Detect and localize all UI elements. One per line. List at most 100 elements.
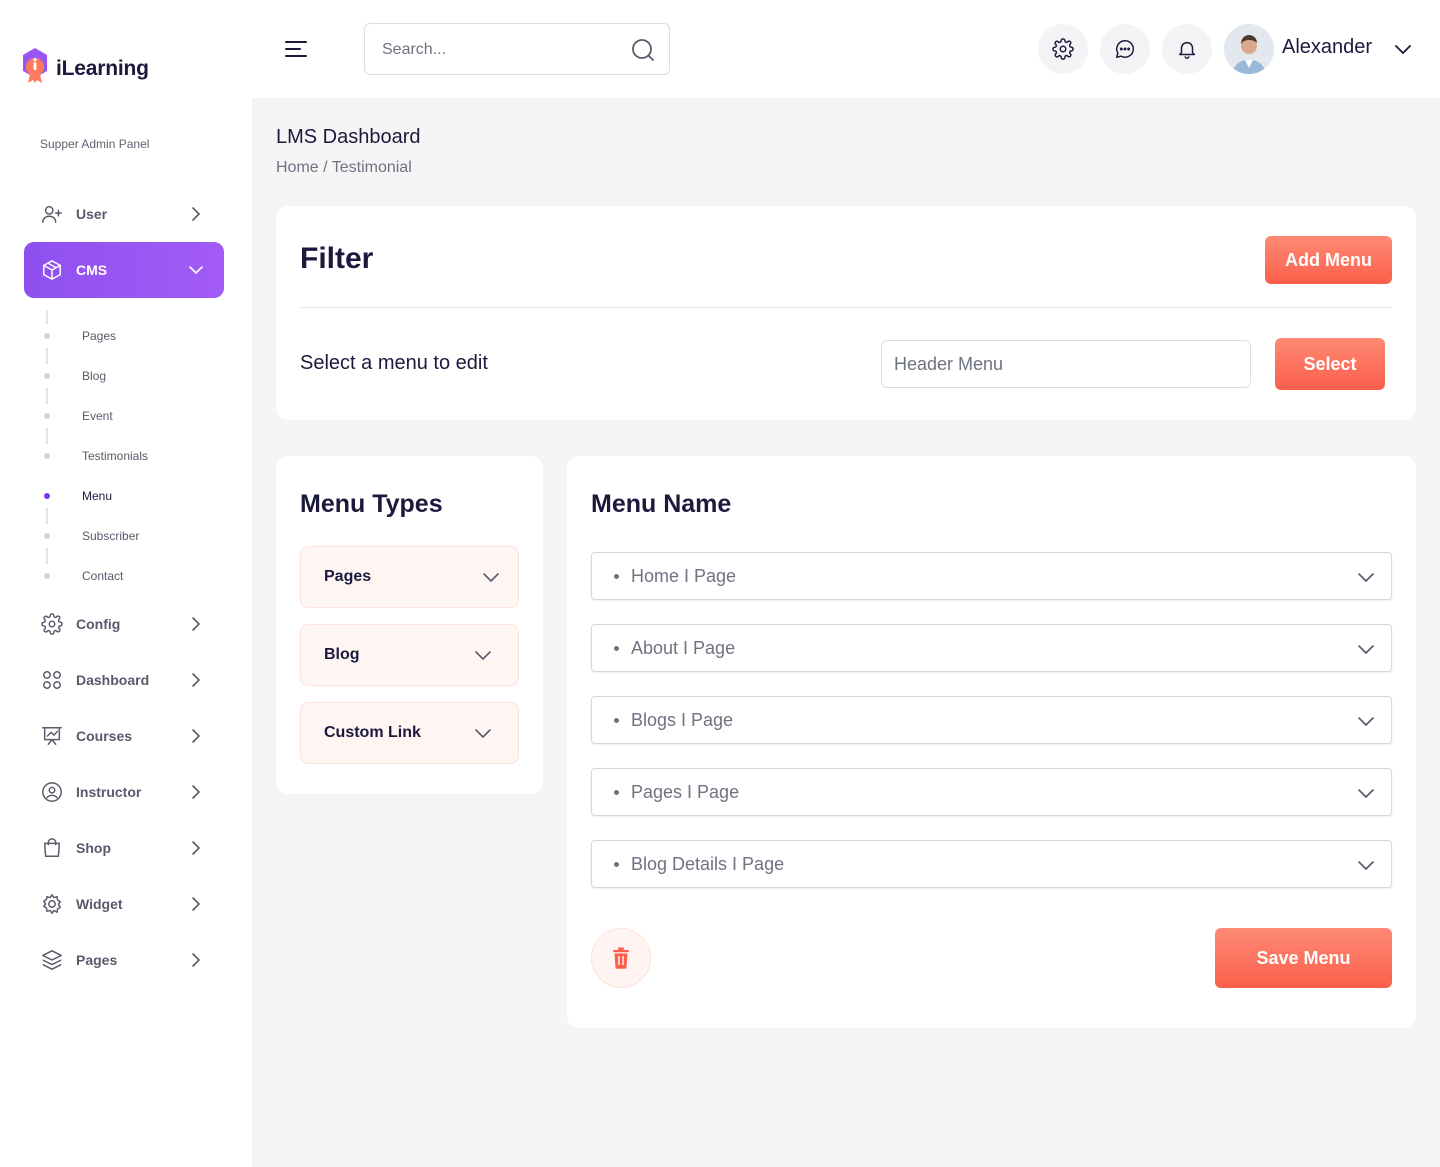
add-menu-button[interactable]: Add Menu xyxy=(1265,236,1392,284)
menu-entry-label: Blogs I Page xyxy=(631,709,734,730)
menu-name-card: Menu Name Home I Page About I Page Blogs… xyxy=(567,456,1416,1028)
menu-entry-pages[interactable]: Pages I Page xyxy=(591,768,1392,816)
submenu-line xyxy=(46,428,48,444)
select-button[interactable]: Select xyxy=(1275,338,1385,390)
filter-card: Filter Add Menu Select a menu to edit Se… xyxy=(276,206,1416,420)
gear-icon xyxy=(40,612,64,636)
submenu-dot xyxy=(44,533,50,539)
menu-type-pages[interactable]: Pages xyxy=(300,546,519,608)
menu-entry-about[interactable]: About I Page xyxy=(591,624,1392,672)
submenu-item-testimonials[interactable]: Testimonials xyxy=(82,448,148,464)
submenu-line xyxy=(46,548,48,564)
delete-button[interactable] xyxy=(591,928,651,988)
submenu-dot xyxy=(44,333,50,339)
bullet xyxy=(614,861,619,867)
logo[interactable]: iLearning xyxy=(20,47,149,85)
sidebar-item-label: CMS xyxy=(76,262,108,278)
menu-type-label: Pages xyxy=(324,568,372,585)
chevron-down-icon xyxy=(1358,645,1374,655)
sidebar-item-label: User xyxy=(76,206,108,222)
submenu-item-contact[interactable]: Contact xyxy=(82,568,123,584)
menu-entry-home[interactable]: Home I Page xyxy=(591,552,1392,600)
page-title: LMS Dashboard xyxy=(276,126,421,148)
sidebar-item-label: Courses xyxy=(76,728,133,744)
search-input[interactable] xyxy=(382,38,622,62)
chevron-right-icon xyxy=(192,207,201,221)
chevron-down-icon xyxy=(475,729,491,739)
sidebar-item-label: Instructor xyxy=(76,784,142,800)
menu-types-title: Menu Types xyxy=(300,490,443,518)
sidebar-item-label: Shop xyxy=(76,840,111,856)
sidebar-item-cms[interactable]: CMS xyxy=(24,242,224,298)
divider xyxy=(300,307,1392,308)
chevron-right-icon xyxy=(192,673,201,687)
submenu-item-pages[interactable]: Pages xyxy=(82,328,116,344)
menu-entry-label: About I Page xyxy=(631,637,736,658)
sidebar-item-shop[interactable]: Shop xyxy=(24,820,224,876)
select-menu-label: Select a menu to edit xyxy=(300,352,488,374)
menu-entry-label: Pages I Page xyxy=(631,781,740,802)
user-plus-icon xyxy=(40,202,64,226)
menu-select-field[interactable] xyxy=(881,340,1251,388)
menu-name-title: Menu Name xyxy=(591,490,732,518)
bullet xyxy=(614,645,619,651)
menu-entry-blog-details[interactable]: Blog Details I Page xyxy=(591,840,1392,888)
sidebar-item-label: Widget xyxy=(76,896,123,912)
chevron-down-icon xyxy=(1358,717,1374,727)
chevron-down-icon xyxy=(1358,861,1374,871)
notifications-button[interactable] xyxy=(1162,24,1212,74)
menu-entry-label: Home I Page xyxy=(631,565,737,586)
chevron-right-icon xyxy=(192,785,201,799)
chevron-down-icon xyxy=(1358,573,1374,583)
user-name[interactable]: Alexander xyxy=(1282,36,1372,59)
chevron-down-icon[interactable] xyxy=(1392,38,1414,60)
sidebar-item-instructor[interactable]: Instructor xyxy=(24,764,224,820)
logo-text: iLearning xyxy=(56,57,149,80)
bullet xyxy=(614,717,619,723)
chevron-right-icon xyxy=(192,897,201,911)
menu-toggle-icon[interactable] xyxy=(284,38,308,60)
submenu-dot xyxy=(44,453,50,459)
presentation-chart-icon xyxy=(40,724,64,748)
sidebar-item-courses[interactable]: Courses xyxy=(24,708,224,764)
chevron-down-icon xyxy=(475,651,491,661)
breadcrumb: Home / Testimonial xyxy=(276,159,412,176)
messages-button[interactable] xyxy=(1100,24,1150,74)
menu-type-custom-link[interactable]: Custom Link xyxy=(300,702,519,764)
panel-label: Supper Admin Panel xyxy=(40,137,150,151)
bell-icon xyxy=(1178,41,1196,59)
sidebar-item-label: Dashboard xyxy=(76,672,150,688)
chevron-right-icon xyxy=(192,953,201,967)
submenu-line xyxy=(46,348,48,364)
sidebar-item-dashboard[interactable]: Dashboard xyxy=(24,652,224,708)
settings-button[interactable] xyxy=(1038,24,1088,74)
filter-title: Filter xyxy=(300,242,374,275)
submenu-dot-active xyxy=(44,493,50,499)
submenu-item-subscriber[interactable]: Subscriber xyxy=(82,528,139,544)
chevron-right-icon xyxy=(192,841,201,855)
chevron-down-icon xyxy=(483,573,499,583)
submenu-dot xyxy=(44,573,50,579)
sidebar-item-label: Config xyxy=(76,616,121,632)
sidebar-item-widget[interactable]: Widget xyxy=(24,876,224,932)
search-box xyxy=(364,23,670,75)
submenu-dot xyxy=(44,373,50,379)
submenu-line xyxy=(46,310,48,324)
chat-bubble-icon xyxy=(1116,40,1135,58)
sidebar-item-label: Pages xyxy=(76,952,118,968)
submenu-item-blog[interactable]: Blog xyxy=(82,368,106,384)
user-circle-icon xyxy=(40,780,64,804)
sidebar-item-user[interactable]: User xyxy=(24,186,224,242)
box-icon xyxy=(40,258,64,282)
sidebar: iLearning Supper Admin Panel User CMS Pa… xyxy=(0,0,252,1167)
search-icon[interactable] xyxy=(630,37,656,63)
menu-type-blog[interactable]: Blog xyxy=(300,624,519,686)
submenu-item-event[interactable]: Event xyxy=(82,408,113,424)
submenu-item-menu[interactable]: Menu xyxy=(82,488,112,504)
sidebar-item-config[interactable]: Config xyxy=(24,596,224,652)
avatar[interactable] xyxy=(1224,24,1274,74)
gear-icon xyxy=(1052,38,1074,60)
menu-entry-blogs[interactable]: Blogs I Page xyxy=(591,696,1392,744)
save-menu-button[interactable]: Save Menu xyxy=(1215,928,1392,988)
sidebar-item-pages[interactable]: Pages xyxy=(24,932,224,988)
